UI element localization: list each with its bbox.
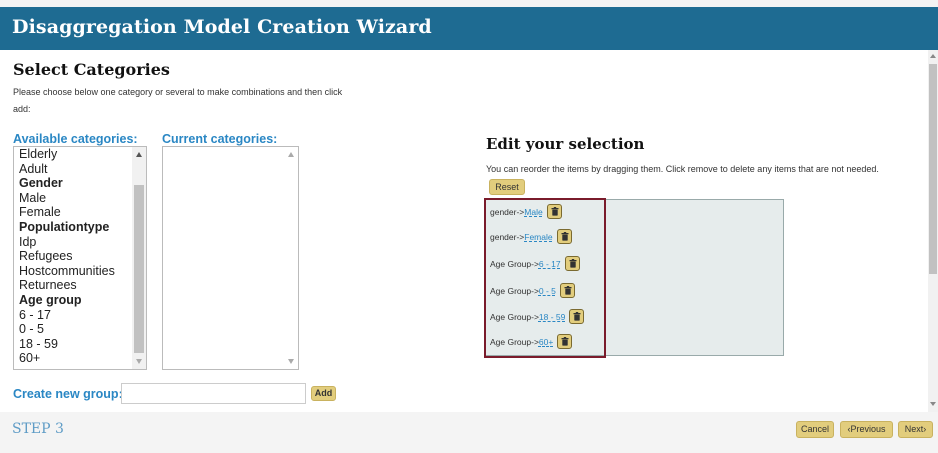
selection-item[interactable]: Age Group->18 - 59 [490, 309, 585, 326]
category-option[interactable]: 18 - 59 [19, 337, 115, 352]
available-categories-label: Available categories: [13, 132, 138, 146]
available-items: Elderly Adult Gender Male Female Populationty… [19, 147, 115, 366]
category-option[interactable]: Elderly [19, 147, 115, 162]
select-categories-title: Select Categories [13, 60, 170, 79]
category-option[interactable]: Adult [19, 162, 115, 177]
previous-button[interactable]: ‹Previous [840, 421, 893, 438]
selection-item-value[interactable]: 18 - 59 [539, 312, 565, 322]
category-option[interactable]: 6 - 17 [19, 308, 115, 323]
select-instructions: Please choose below one category or seve… [13, 87, 343, 114]
selection-item-prefix: Age Group-> [490, 286, 539, 296]
category-option[interactable]: Refugees [19, 249, 115, 264]
selection-item-prefix: Age Group-> [490, 312, 539, 322]
selection-item-value[interactable]: Male [524, 207, 542, 217]
create-group-label: Create new group: [13, 387, 123, 401]
category-option[interactable]: Hostcommunities [19, 264, 115, 279]
selection-item[interactable]: Age Group->60+ [490, 334, 573, 351]
chevron-down-icon[interactable] [136, 359, 142, 364]
trash-icon[interactable] [556, 229, 572, 245]
available-list-scrollbar[interactable] [132, 147, 146, 369]
selection-item-prefix: Age Group-> [490, 337, 539, 347]
create-group-input[interactable] [121, 383, 306, 404]
category-option[interactable]: Idp [19, 235, 115, 250]
step-label: STEP 3 [12, 421, 64, 437]
category-group-header[interactable]: Age group [19, 293, 115, 308]
selection-item-value[interactable]: Female [524, 232, 552, 242]
wizard-header: Disaggregation Model Creation Wizard [0, 0, 938, 50]
trash-icon[interactable] [559, 283, 575, 299]
current-categories-list[interactable] [162, 146, 299, 370]
current-categories-label: Current categories: [162, 132, 278, 146]
trash-icon[interactable] [564, 256, 580, 272]
selection-item[interactable]: gender->Male [490, 204, 562, 221]
selection-item-prefix: Age Group-> [490, 259, 539, 269]
category-option[interactable]: Returnees [19, 278, 115, 293]
scroll-down-icon[interactable] [930, 402, 936, 406]
current-list-scrollbar[interactable] [284, 147, 298, 369]
cancel-button[interactable]: Cancel [796, 421, 834, 438]
trash-icon[interactable] [557, 334, 573, 350]
selection-item[interactable]: Age Group->0 - 5 [490, 283, 575, 300]
selection-item-value[interactable]: 6 - 17 [539, 259, 561, 269]
selection-item-prefix: gender-> [490, 207, 525, 217]
category-option[interactable]: 60+ [19, 351, 115, 366]
scroll-up-icon[interactable] [930, 54, 936, 58]
selection-item[interactable]: gender->Female [490, 229, 572, 246]
next-button[interactable]: Next› [898, 421, 933, 438]
edit-selection-title: Edit your selection [486, 135, 645, 153]
trash-icon[interactable] [569, 309, 585, 325]
edit-instructions: You can reorder the items by dragging th… [486, 160, 906, 196]
selection-item-value[interactable]: 0 - 5 [539, 286, 556, 296]
category-option[interactable]: 0 - 5 [19, 322, 115, 337]
wizard-footer: STEP 3 Cancel ‹Previous Next› [0, 412, 938, 453]
wizard-title: Disaggregation Model Creation Wizard [12, 16, 432, 38]
chevron-down-icon[interactable] [288, 359, 294, 364]
category-group-header[interactable]: Gender [19, 176, 115, 191]
category-option[interactable]: Female [19, 205, 115, 220]
category-option[interactable]: Male [19, 191, 115, 206]
selection-item-value[interactable]: 60+ [539, 337, 553, 347]
add-group-button[interactable]: Add [311, 386, 336, 401]
page-scrollbar[interactable] [928, 50, 938, 412]
category-group-header[interactable]: Populationtype [19, 220, 115, 235]
chevron-up-icon[interactable] [136, 152, 142, 157]
available-categories-list[interactable]: Elderly Adult Gender Male Female Populationty… [13, 146, 147, 370]
scrollbar-thumb[interactable] [134, 185, 144, 353]
scrollbar-thumb[interactable] [929, 64, 937, 274]
selection-item[interactable]: Age Group->6 - 17 [490, 256, 580, 273]
chevron-up-icon[interactable] [288, 152, 294, 157]
edit-instructions-text: You can reorder the items by dragging th… [486, 164, 879, 174]
trash-icon[interactable] [546, 204, 562, 220]
reset-button[interactable]: Reset [489, 179, 525, 195]
selection-item-prefix: gender-> [490, 232, 525, 242]
